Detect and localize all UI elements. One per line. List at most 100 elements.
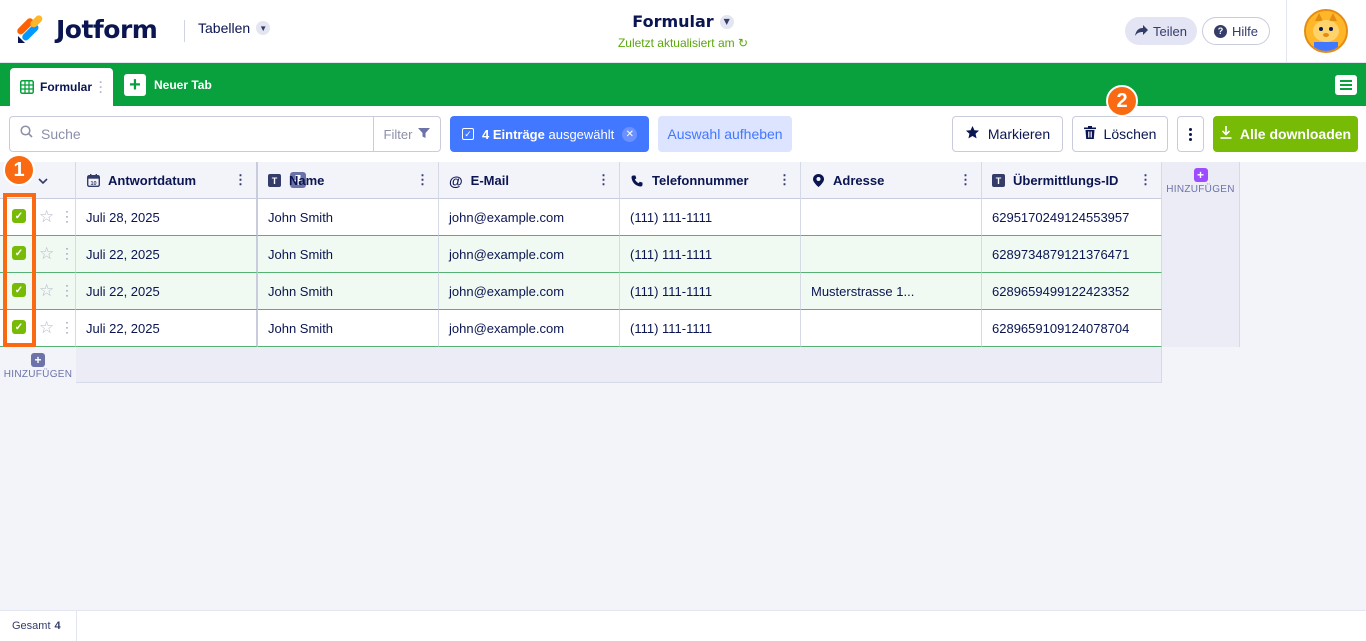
tab-options-icon[interactable]: · · · [98,76,104,98]
help-label: Hilfe [1232,23,1259,39]
new-tab-label: Neuer Tab [154,78,212,92]
location-pin-icon [811,174,825,188]
column-header-submission-id[interactable]: T Übermittlungs-ID ⋮ [982,162,1162,199]
funnel-icon [418,127,431,142]
total-label: Gesamt [12,620,51,632]
column-label: Telefonnummer [652,173,749,188]
column-header-antwortdatum[interactable]: 10 Antwortdatum ⋮ [76,162,306,199]
share-label: Teilen [1153,23,1187,39]
download-all-button[interactable]: Alle downloaden [1213,116,1358,152]
selected-count-text: 4 Einträge ausgewählt [482,127,614,142]
phone-icon [630,174,644,188]
table-row[interactable]: ✓ ☆ · · · Juli 22, 2025 John Smith john@ex… [0,236,1162,273]
share-button[interactable]: Teilen [1125,17,1197,45]
close-icon[interactable]: ✕ [622,126,638,142]
filter-button[interactable]: Filter [373,116,441,152]
mark-button[interactable]: Markieren [952,116,1063,152]
chevron-down-icon: ▼ [719,14,734,29]
column-header-adresse[interactable]: Adresse ⋮ [801,162,982,199]
vertical-dots-icon [1189,127,1192,141]
cell-date[interactable]: Juli 22, 2025 [76,310,258,347]
column-header-telefonnummer[interactable]: Telefonnummer ⋮ [620,162,801,199]
cell-name[interactable]: John Smith [258,310,439,347]
calendar-icon: 10 [86,174,100,188]
cell-phone[interactable]: (111) 111-1111 [620,310,801,347]
table-row[interactable]: ✓ ☆ · · · Juli 22, 2025 John Smith john@ex… [0,273,1162,310]
table-header-row: 10 Antwortdatum ⋮ T Name ⋮ @ E-Mail ⋮ Te… [0,162,1162,199]
tab-formular-label: Formular [40,80,93,94]
filter-label: Filter [383,126,413,142]
column-options-icon[interactable]: ⋮ [416,173,429,186]
column-options-icon[interactable]: ⋮ [1139,173,1152,186]
plus-icon: + [124,74,146,96]
column-options-icon[interactable]: ⋮ [234,173,247,186]
tab-bar: Formular · · · + Neuer Tab [0,63,1366,106]
cell-email[interactable]: john@example.com [439,310,620,347]
footer-bar: Gesamt 4 [0,610,1366,641]
toolbar: Filter ✓ 4 Einträge ausgewählt ✕ Auswahl… [0,106,1366,162]
more-options-button[interactable] [1177,116,1204,152]
clear-selection-button[interactable]: Auswahl aufheben [658,116,792,152]
table-row[interactable]: ✓ ☆ · · · Juli 28, 2025 John Smith john@ex… [0,199,1162,236]
column-options-icon[interactable]: ⋮ [597,173,610,186]
selected-count-badge: ✓ 4 Einträge ausgewählt ✕ [450,116,649,152]
help-button[interactable]: ? Hilfe [1202,17,1271,45]
column-label: Adresse [833,173,885,188]
column-options-icon[interactable]: ⋮ [778,173,791,186]
add-column-label: HINZUFÜGEN [1166,184,1235,195]
cell-date[interactable]: Juli 22, 2025 [76,236,258,273]
cell-address[interactable] [801,236,982,273]
cell-address[interactable]: Musterstrasse 1... [801,273,982,310]
cell-submission-id[interactable]: 6289734879121376471 [982,236,1162,273]
tab-formular[interactable]: Formular · · · [10,68,113,106]
question-icon: ? [1214,24,1227,38]
star-outline-icon[interactable]: ☆ [39,244,54,264]
cell-name[interactable]: John Smith [258,273,439,310]
cell-phone[interactable]: (111) 111-1111 [620,273,801,310]
cell-email[interactable]: john@example.com [439,199,620,236]
add-column-button[interactable]: + HINZUFÜGEN [1162,162,1240,347]
table-row[interactable]: ✓ ☆ · · · Juli 22, 2025 John Smith john@ex… [0,310,1162,347]
add-row-button[interactable]: + HINZUFÜGEN [0,347,76,382]
cell-submission-id[interactable]: 6295170249124553957 [982,199,1162,236]
total-value: 4 [54,620,61,632]
star-outline-icon[interactable]: ☆ [39,281,54,301]
column-options-icon[interactable]: ⋮ [959,173,972,186]
star-outline-icon[interactable]: ☆ [39,207,54,227]
total-count: Gesamt 4 [0,611,77,641]
column-header-email[interactable]: @ E-Mail ⋮ [439,162,620,199]
cell-phone[interactable]: (111) 111-1111 [620,199,801,236]
column-label: E-Mail [470,173,509,188]
chevron-down-icon [38,173,48,188]
plus-icon: + [31,353,45,367]
last-updated-text: Zuletzt aktualisiert am [617,36,735,50]
cell-email[interactable]: john@example.com [439,273,620,310]
cell-date[interactable]: Juli 28, 2025 [76,199,258,236]
star-outline-icon[interactable]: ☆ [39,318,54,338]
new-tab-button[interactable]: + Neuer Tab [124,74,212,96]
cell-phone[interactable]: (111) 111-1111 [620,236,801,273]
cell-submission-id[interactable]: 6289659109124078704 [982,310,1162,347]
delete-button[interactable]: Löschen [1072,116,1168,152]
form-title-button[interactable]: Formular ▼ [632,12,734,31]
step-badge-2: 2 [1106,85,1138,117]
row-options-icon[interactable]: · · · [64,316,70,338]
hamburger-menu-icon[interactable] [1335,75,1357,95]
cell-address[interactable] [801,199,982,236]
user-avatar[interactable] [1304,9,1348,53]
row-options-icon[interactable]: · · · [64,242,70,264]
search-input[interactable] [41,126,341,142]
cell-name[interactable]: John Smith [258,199,439,236]
cell-name[interactable]: John Smith [258,236,439,273]
cell-submission-id[interactable]: 6289659499122423352 [982,273,1162,310]
column-header-name[interactable]: T Name ⋮ [258,162,439,199]
column-label: Antwortdatum [108,173,197,188]
cell-email[interactable]: john@example.com [439,236,620,273]
cell-address[interactable] [801,310,982,347]
row-options-icon[interactable]: · · · [64,279,70,301]
row-options-icon[interactable]: · · · [64,205,70,227]
text-field-icon: T [268,174,281,187]
cell-date[interactable]: Juli 22, 2025 [76,273,258,310]
mark-label: Markieren [987,126,1051,142]
refresh-icon: ↻ [738,36,749,50]
